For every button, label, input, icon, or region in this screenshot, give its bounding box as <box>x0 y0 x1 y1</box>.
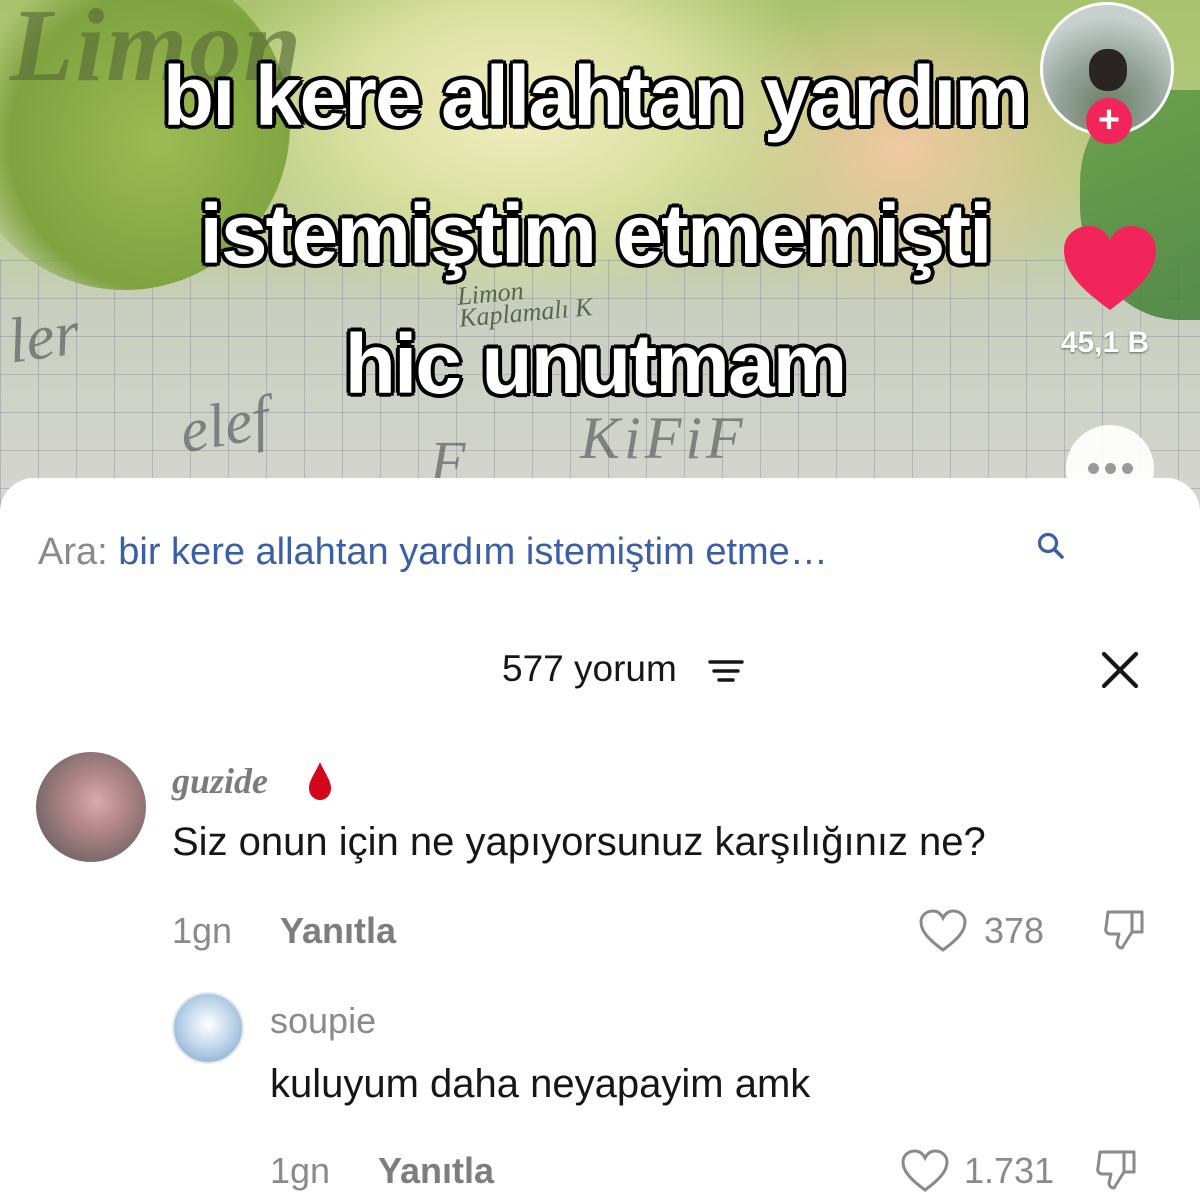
avatar-face <box>1089 49 1127 91</box>
caption-line-2: istemiştim etmemişti <box>199 187 993 281</box>
dislike-icon[interactable] <box>1094 1146 1140 1192</box>
comment-text: Siz onun için ne yapıyorsunuz karşılığın… <box>172 820 986 864</box>
search-prefix: Ara: <box>38 531 108 573</box>
close-icon[interactable] <box>1098 648 1142 692</box>
heart-outline-icon[interactable] <box>918 908 968 954</box>
caption-line-1: bı kere allahtan yardım <box>162 49 1029 143</box>
scribble-4: KiFiF <box>580 405 747 471</box>
reply-text: kuluyum daha neyapayim amk <box>270 1062 811 1106</box>
reply-like-count: 1.731 <box>964 1150 1055 1191</box>
search-icon[interactable] <box>1036 531 1066 561</box>
follow-plus-icon[interactable]: + <box>1086 98 1132 144</box>
filter-icon[interactable] <box>706 656 746 686</box>
reply-button[interactable]: Yanıtla <box>280 910 396 952</box>
reply-avatar[interactable] <box>172 992 244 1064</box>
like-count: 45,1 B <box>1060 326 1150 359</box>
video-player[interactable]: Limon Limon Kaplamalı K ler elef F KiFiF… <box>0 0 1200 520</box>
dislike-icon[interactable] <box>1102 906 1148 952</box>
heart-icon[interactable] <box>1060 222 1160 314</box>
reply-age: 1gn <box>270 1150 331 1191</box>
comment-avatar[interactable] <box>36 752 146 862</box>
search-query[interactable]: bir kere allahtan yardım istemiştim etme… <box>118 531 828 573</box>
comment-age: 1gn <box>172 910 233 951</box>
heart-outline-icon[interactable] <box>900 1148 950 1194</box>
reply-reply-button[interactable]: Yanıtla <box>378 1150 494 1192</box>
comment-like-count: 378 <box>984 910 1045 951</box>
blood-drop-icon <box>309 762 331 800</box>
caption-line-3: hic unutmam <box>344 317 848 411</box>
reply-username[interactable]: soupie <box>270 1000 376 1042</box>
comment-username[interactable]: guzide <box>172 760 268 802</box>
comment-count: 577 yorum <box>502 648 677 689</box>
related-search[interactable]: Ara: bir kere allahtan yardım istemiştim… <box>38 528 828 576</box>
scribble-1: ler <box>3 296 84 377</box>
